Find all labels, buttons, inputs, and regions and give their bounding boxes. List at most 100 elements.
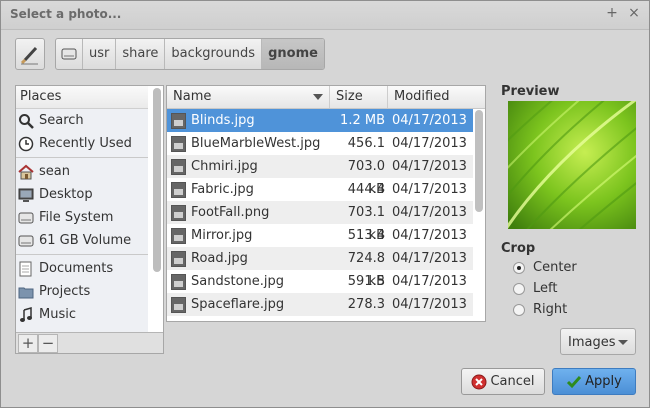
- column-name[interactable]: Name: [167, 86, 330, 108]
- place-search[interactable]: Search: [16, 109, 148, 132]
- radio-label: Right: [533, 302, 568, 317]
- file-name-cell: Blinds.jpg: [171, 109, 255, 132]
- crop-center-radio[interactable]: Center: [513, 260, 577, 275]
- file-size: 1.2 MB: [340, 113, 385, 128]
- place-label: File System: [39, 210, 114, 225]
- crumb-share[interactable]: share: [116, 39, 166, 69]
- file-row[interactable]: Fabric.jpg 444.4 kB 04/17/2013: [167, 178, 473, 220]
- folder-icon: [18, 287, 34, 298]
- crumb-backgrounds[interactable]: backgrounds: [165, 39, 263, 69]
- file-name: Spaceflare.jpg: [191, 297, 285, 312]
- place-label: Music: [39, 307, 76, 322]
- crop-label: Crop: [501, 241, 536, 256]
- place-recently-used[interactable]: Recently Used: [16, 132, 148, 155]
- pin-button[interactable]: +: [603, 4, 621, 22]
- file-modified: 04/17/2013: [392, 159, 467, 174]
- place-volume[interactable]: 61 GB Volume: [16, 229, 148, 252]
- place-desktop[interactable]: Desktop: [16, 183, 148, 206]
- file-name: BlueMarbleWest.jpg: [191, 136, 321, 151]
- places-separator: [16, 254, 148, 255]
- crop-left-radio[interactable]: Left: [513, 281, 557, 296]
- file-name-cell: BlueMarbleWest.jpg: [171, 132, 320, 155]
- place-label: Recently Used: [39, 136, 132, 151]
- home-icon: [18, 164, 34, 179]
- edit-location-button[interactable]: [15, 38, 45, 70]
- places-sidebar: Places Search Recently Used sean Desktop…: [15, 85, 164, 354]
- apply-label: Apply: [585, 374, 622, 389]
- file-row[interactable]: Mirror.jpg 513.4 kB 04/17/2013: [167, 224, 473, 266]
- file-modified: 04/17/2013: [392, 113, 467, 128]
- add-bookmark-button[interactable]: +: [18, 334, 38, 353]
- file-modified: 04/17/2013: [392, 274, 467, 289]
- apply-button[interactable]: Apply: [552, 368, 636, 395]
- image-file-icon: [171, 204, 186, 221]
- file-row[interactable]: BlueMarbleWest.jpg 456.1 kB 04/17/2013: [167, 132, 473, 174]
- close-button[interactable]: ×: [625, 4, 643, 22]
- crumb-root[interactable]: [56, 39, 83, 69]
- place-documents[interactable]: Documents: [16, 257, 148, 280]
- place-label: Projects: [39, 284, 91, 299]
- crumb-usr[interactable]: usr: [83, 39, 117, 69]
- file-name: Blinds.jpg: [191, 113, 255, 128]
- file-name-cell: Road.jpg: [171, 247, 248, 270]
- image-file-icon: [171, 158, 186, 175]
- file-name-cell: Fabric.jpg: [171, 178, 254, 201]
- file-list: Name Size Modified Blinds.jpg 1.2 MB 04/…: [166, 85, 486, 322]
- place-file-system[interactable]: File System: [16, 206, 148, 229]
- file-modified: 04/17/2013: [392, 228, 467, 243]
- file-size: 278.3 kB: [347, 297, 385, 321]
- file-name: Chmiri.jpg: [191, 159, 258, 174]
- crumb-gnome[interactable]: gnome: [262, 39, 324, 69]
- places-scrollbar[interactable]: [153, 88, 161, 272]
- place-label: sean: [39, 164, 70, 179]
- file-list-scrollbar[interactable]: [475, 110, 483, 212]
- file-row[interactable]: Spaceflare.jpg 278.3 kB 04/17/2013: [167, 293, 473, 321]
- radio-label: Center: [533, 260, 577, 275]
- file-name-cell: Spaceflare.jpg: [171, 293, 284, 316]
- window-title: Select a photo...: [10, 7, 122, 21]
- file-row[interactable]: Sandstone.jpg 591.5 kB 04/17/2013: [167, 270, 473, 312]
- places-separator: [16, 157, 148, 158]
- column-modified[interactable]: Modified: [388, 86, 485, 108]
- file-row[interactable]: Blinds.jpg 1.2 MB 04/17/2013: [167, 109, 473, 132]
- places-footer: + −: [16, 332, 163, 353]
- checkmark-icon: [567, 375, 582, 388]
- file-name-cell: Chmiri.jpg: [171, 155, 258, 178]
- image-file-icon: [171, 135, 186, 152]
- remove-bookmark-button[interactable]: −: [38, 334, 58, 353]
- file-list-header: Name Size Modified: [167, 86, 485, 109]
- cancel-button[interactable]: Cancel: [461, 368, 545, 395]
- radio-label: Left: [533, 281, 558, 296]
- file-name: Fabric.jpg: [191, 182, 254, 197]
- image-file-icon: [171, 273, 186, 290]
- file-row[interactable]: Chmiri.jpg 703.0 kB 04/17/2013: [167, 155, 473, 197]
- drive-icon: [18, 212, 34, 223]
- drive-icon: [61, 48, 77, 60]
- places-list: Places Search Recently Used sean Desktop…: [16, 86, 148, 333]
- place-music[interactable]: Music: [16, 303, 148, 326]
- radio-indicator: [513, 261, 525, 274]
- place-projects[interactable]: Projects: [16, 280, 148, 303]
- file-modified: 04/17/2013: [392, 297, 467, 312]
- file-name: Road.jpg: [191, 251, 248, 266]
- file-row[interactable]: FootFall.png 703.1 kB 04/17/2013: [167, 201, 473, 243]
- radio-indicator: [513, 282, 525, 295]
- preview-label: Preview: [501, 84, 560, 99]
- file-row[interactable]: Road.jpg 724.8 kB 04/17/2013: [167, 247, 473, 289]
- file-name: Mirror.jpg: [191, 228, 253, 243]
- file-name: Sandstone.jpg: [191, 274, 285, 289]
- file-name: FootFall.png: [191, 205, 270, 220]
- column-size[interactable]: Size: [330, 86, 388, 108]
- image-file-icon: [171, 250, 186, 267]
- place-home[interactable]: sean: [16, 160, 148, 183]
- folder-icon: [19, 261, 32, 276]
- title-bar[interactable]: Select a photo... + ×: [1, 1, 649, 30]
- preview-image: [508, 101, 636, 229]
- filter-label: Images: [568, 335, 616, 350]
- search-icon: [19, 113, 34, 129]
- chevron-down-icon: [618, 340, 628, 345]
- file-type-filter[interactable]: Images: [560, 328, 636, 355]
- file-modified: 04/17/2013: [392, 136, 467, 151]
- cancel-label: Cancel: [490, 374, 535, 389]
- crop-right-radio[interactable]: Right: [513, 302, 567, 317]
